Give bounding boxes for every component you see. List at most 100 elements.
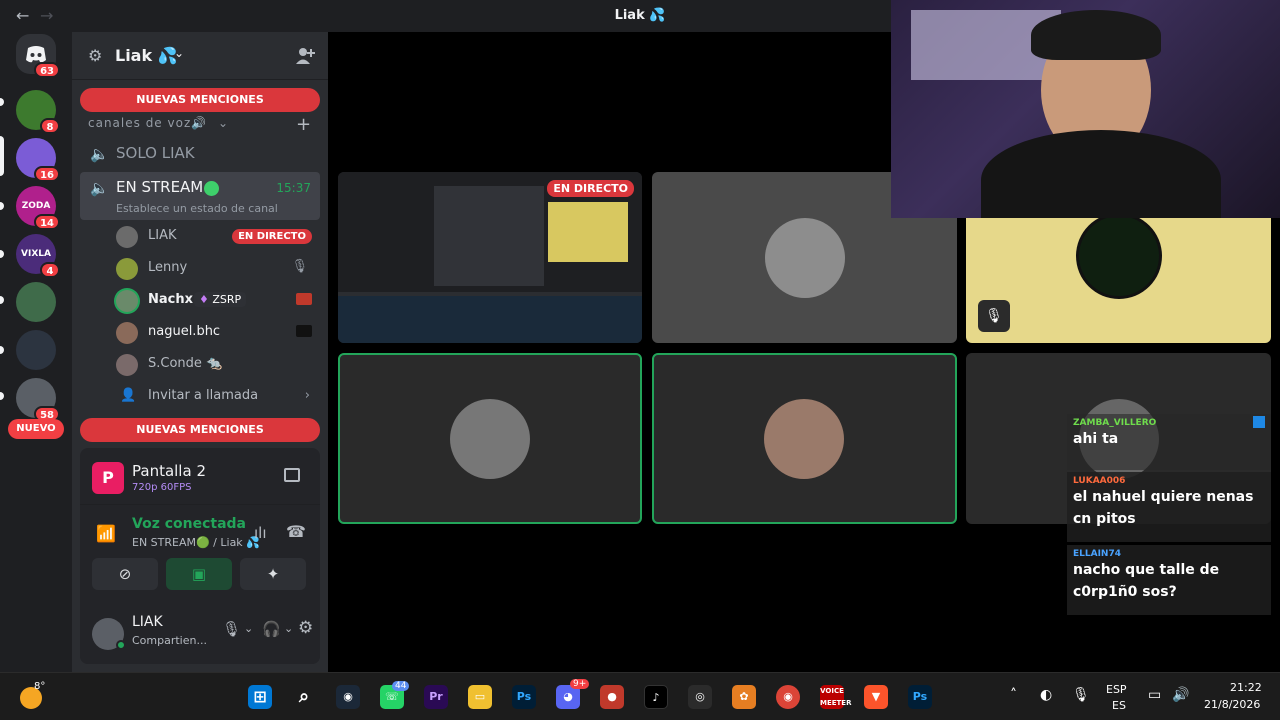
live-badge: EN DIRECTO xyxy=(232,229,312,244)
server-icon[interactable]: ZODA 14 xyxy=(16,186,60,230)
screen-share-button[interactable]: ▣ xyxy=(166,558,232,590)
headphones-icon[interactable]: 🎧 xyxy=(262,620,281,638)
green-circle-icon xyxy=(204,181,219,196)
screen-share-tile[interactable]: EN DIRECTO xyxy=(338,172,642,343)
gear-icon: ⚙ xyxy=(88,46,103,65)
network-icon[interactable]: ▭ xyxy=(1148,687,1161,703)
search-icon[interactable]: ⌕ xyxy=(292,685,316,709)
speaker-icon: 🔈 xyxy=(90,145,109,163)
weather-temp: 8° xyxy=(34,681,46,692)
server-icon[interactable] xyxy=(16,282,56,322)
create-channel-icon[interactable]: + xyxy=(296,114,311,135)
guild-name: Liak 💦 xyxy=(115,46,178,65)
screen-share-icon: ▣ xyxy=(191,565,207,583)
discord-home-button[interactable]: 63 xyxy=(16,34,60,78)
connection-panel: P Pantalla 2 720p 60FPS 📶 Voz conectada … xyxy=(80,448,320,664)
avatar xyxy=(116,290,138,312)
noise-suppression-icon[interactable]: ılı xyxy=(254,524,267,542)
avatar xyxy=(765,218,845,298)
chat-message: LUKAA006 el nahuel quiere nenas cn pitos xyxy=(1067,472,1271,542)
video-tile-speaking[interactable] xyxy=(652,353,957,524)
voicemeeter-icon[interactable]: VOICE MEETER xyxy=(820,685,851,709)
channel-timer: 15:37 xyxy=(276,181,311,195)
camera-off-button[interactable]: ⊘ xyxy=(92,558,158,590)
keyboard-layout: ES xyxy=(1112,699,1126,712)
new-unreads-pill[interactable]: NUEVO xyxy=(8,419,64,439)
online-status-dot xyxy=(116,640,126,650)
voice-category[interactable]: canales de voz🔊 ⌄ xyxy=(88,116,229,130)
file-explorer-icon[interactable]: ▭ xyxy=(468,685,492,709)
server-rail: 63 8 16 ZODA 14 VIXLA 4 58 NUEVO xyxy=(0,32,72,672)
server-icon[interactable]: 8 xyxy=(16,90,60,134)
activity-icon xyxy=(296,293,312,305)
activities-icon: ✦ xyxy=(266,565,280,583)
muted-mic-icon: 🎙 xyxy=(291,259,308,274)
server-tag: ♦ ZSRP xyxy=(194,292,247,307)
chat-message: ELLAIN74 nacho que talle de c0rp1ñ0 sos? xyxy=(1067,545,1271,615)
camera-off-icon: ⊘ xyxy=(118,565,132,583)
gear-icon[interactable]: ⚙ xyxy=(298,618,313,638)
tiktok-icon[interactable]: ♪ xyxy=(644,685,668,709)
avatar xyxy=(116,322,138,344)
chevron-down-icon[interactable]: ⌄ xyxy=(284,622,293,635)
muted-mic-icon: 🎙 xyxy=(978,300,1010,332)
voice-channel-en-stream[interactable]: 🔈 EN STREAM 15:37 Establece un estado de… xyxy=(80,172,320,220)
signal-icon: 📶 xyxy=(96,524,116,543)
user-panel: LIAK Compartien... 🎙 ⌄ 🎧 ⌄ ⚙ xyxy=(80,604,320,664)
new-mentions-bottom[interactable]: NUEVAS MENCIONES xyxy=(80,418,320,442)
chrome-icon[interactable]: ◉ xyxy=(776,685,800,709)
chevron-down-icon: ⌄ xyxy=(174,46,185,60)
windows-start-icon[interactable]: ⊞ xyxy=(248,685,272,709)
video-tile-speaking[interactable] xyxy=(338,353,642,524)
volume-icon[interactable]: 🔊 xyxy=(1172,687,1189,703)
avatar xyxy=(116,258,138,280)
user-name[interactable]: LIAK xyxy=(132,614,163,630)
invite-to-call[interactable]: 👤 Invitar a llamada › xyxy=(116,384,312,410)
new-mentions-top[interactable]: NUEVAS MENCIONES xyxy=(80,88,320,112)
user-status: Compartien... xyxy=(132,634,207,647)
voice-user[interactable]: Nachx ♦ ZSRP xyxy=(116,288,312,314)
stream-quality: 720p 60FPS xyxy=(132,482,192,493)
voice-user[interactable]: LIAK EN DIRECTO xyxy=(116,224,312,250)
server-icon[interactable]: VIXLA 4 xyxy=(16,234,60,278)
voice-status[interactable]: Voz conectada xyxy=(132,516,246,532)
webcam-overlay xyxy=(891,0,1280,218)
activities-button[interactable]: ✦ xyxy=(240,558,306,590)
clock-date[interactable]: 21/8/2026 xyxy=(1204,698,1260,711)
chevron-up-icon[interactable]: ˄ xyxy=(1010,687,1017,703)
voice-user[interactable]: naguel.bhc xyxy=(116,320,312,346)
input-language[interactable]: ESP xyxy=(1106,683,1127,696)
photoshop-icon[interactable]: Ps xyxy=(512,685,536,709)
server-icon[interactable] xyxy=(16,330,56,370)
channel-status[interactable]: Establece un estado de canal xyxy=(116,202,278,215)
obs-icon[interactable]: ◎ xyxy=(688,685,712,709)
flame-icon: ♦ xyxy=(199,293,209,306)
brave-icon[interactable]: ▼ xyxy=(864,685,888,709)
server-icon[interactable]: 16 xyxy=(16,138,60,182)
clock-time[interactable]: 21:22 xyxy=(1230,681,1262,694)
voice-channel-solo-liak[interactable]: 🔈 SOLO LIAK xyxy=(80,138,320,170)
chat-message: ZAMBA_VILLERO ahi ta xyxy=(1067,414,1271,470)
mic-icon[interactable]: 🎙 xyxy=(222,620,241,638)
mic-tray-icon[interactable]: 🎙 xyxy=(1072,687,1090,703)
add-friend-icon[interactable] xyxy=(294,46,316,66)
voice-user[interactable]: S.Conde 🐀 xyxy=(116,352,312,378)
server-icon[interactable]: 58 xyxy=(16,378,60,422)
photoshop-icon[interactable]: Ps xyxy=(908,685,932,709)
voice-user[interactable]: Lenny 🎙 xyxy=(116,256,312,282)
guild-header[interactable]: ⚙ Liak 💦 ⌄ xyxy=(72,32,328,80)
video-tile[interactable]: 🎙 xyxy=(966,212,1271,343)
steam-icon[interactable]: ◉ xyxy=(336,685,360,709)
premiere-icon[interactable]: Pr xyxy=(424,685,448,709)
avatar xyxy=(764,399,844,479)
app-icon[interactable]: ● xyxy=(600,685,624,709)
voice-channel-path[interactable]: EN STREAM🟢 / Liak 💦 xyxy=(132,536,260,549)
chevron-down-icon[interactable]: ⌄ xyxy=(244,622,253,635)
fl-studio-icon[interactable]: ✿ xyxy=(732,685,756,709)
stream-app-icon: P xyxy=(92,462,124,494)
headset-tray-icon[interactable]: ◐ xyxy=(1040,687,1052,703)
disconnect-icon[interactable]: ☎ xyxy=(286,522,306,541)
person-add-icon: 👤 xyxy=(120,388,137,403)
whatsapp-badge: 44 xyxy=(392,681,410,691)
stop-stream-icon[interactable] xyxy=(284,468,300,482)
